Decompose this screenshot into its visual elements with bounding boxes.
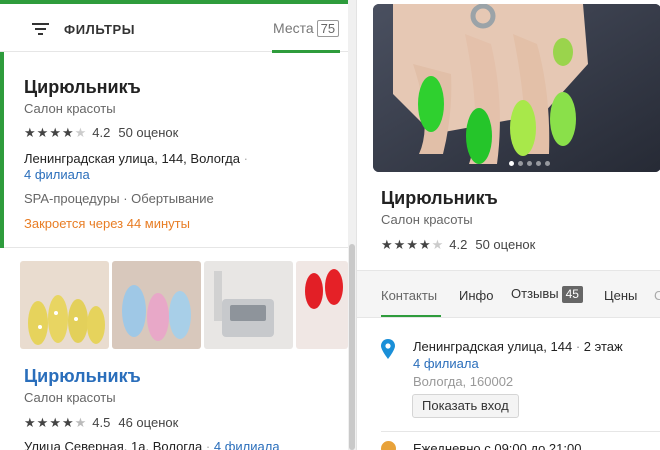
tab-reviews[interactable]: Отзывы 45 — [511, 286, 583, 303]
rating-stars: ★ ★ ★ ★ ★ — [381, 238, 443, 251]
place-floor: 2 этаж — [583, 339, 623, 354]
result-card-2[interactable]: Цирюльникъ Салон красоты ★ ★ ★ ★ ★ 4.5 46 оц… — [0, 250, 348, 450]
result-address-line: Улица Северная, 1а, Вологда · 4 филиала — [24, 439, 280, 450]
star-icon: ★ — [36, 415, 49, 430]
star-icon: ★ — [418, 237, 431, 252]
place-title: Цирюльникъ — [381, 188, 498, 208]
star-icon: ★ — [74, 415, 87, 430]
tab-places-label: Места — [273, 20, 314, 36]
branches-link[interactable]: 4 филиала — [413, 356, 479, 371]
place-rating: ★ ★ ★ ★ ★ 4.2 50 оценок — [381, 237, 535, 252]
tab-contacts-underline — [381, 315, 441, 317]
branches-link[interactable]: 4 филиала — [214, 439, 280, 450]
result-address: Ленинградская улица, 144, Вологда — [24, 151, 240, 166]
tab-reviews-label: Отзывы — [511, 286, 559, 301]
location-pin-icon — [381, 339, 395, 359]
star-icon: ★ — [61, 415, 74, 430]
place-city-zip: Вологда, 160002 — [413, 374, 514, 389]
section-divider — [381, 431, 660, 432]
reviews-count-badge: 45 — [561, 286, 583, 303]
tab-more[interactable]: С — [654, 288, 660, 303]
selected-indicator — [0, 52, 4, 248]
photo-carousel-dots[interactable] — [509, 161, 550, 166]
star-icon: ★ — [381, 237, 393, 252]
result-photo[interactable] — [112, 261, 201, 349]
scrollbar-thumb[interactable] — [349, 244, 355, 450]
tab-prices[interactable]: Цены — [604, 288, 637, 303]
star-icon: ★ — [49, 415, 61, 430]
result-category: Салон красоты — [24, 390, 116, 405]
tab-info[interactable]: Инфо — [459, 288, 493, 303]
reviews-count[interactable]: 46 оценок — [118, 415, 178, 430]
tab-contacts[interactable]: Контакты — [381, 288, 437, 303]
working-hours[interactable]: Ежедневно с 09:00 до 21:00 — [413, 441, 581, 450]
reviews-count[interactable]: 50 оценок — [475, 237, 535, 252]
star-icon: ★ — [393, 237, 406, 252]
show-entrance-button[interactable]: Показать вход — [412, 394, 519, 418]
maps-app: ФИЛЬТРЫ Места 75 Цирюльникъ Салон красоты… — [0, 0, 660, 450]
filter-bar: ФИЛЬТРЫ Места 75 — [0, 4, 348, 53]
address-separator: · — [205, 439, 211, 450]
address-separator: · — [575, 339, 581, 354]
address-separator: · — [243, 151, 248, 166]
clock-icon — [381, 441, 396, 450]
result-rating: ★ ★ ★ ★ ★ 4.5 46 оценок — [24, 415, 178, 430]
place-address: Ленинградская улица, 144 — [413, 339, 573, 354]
result-address-line: Ленинградская улица, 144, Вологда · — [24, 151, 248, 166]
star-icon: ★ — [74, 125, 87, 140]
result-rating: ★ ★ ★ ★ ★ 4.2 50 оценок — [24, 125, 178, 140]
result-title[interactable]: Цирюльникъ — [24, 366, 141, 387]
result-tags: SPA-процедуры · Обертывание — [24, 191, 214, 206]
hero-photo[interactable] — [373, 4, 660, 172]
result-address: Улица Северная, 1а, Вологда — [24, 439, 203, 450]
star-icon: ★ — [49, 125, 61, 140]
reviews-count[interactable]: 50 оценок — [118, 125, 178, 140]
tab-places[interactable]: Места 75 — [273, 20, 340, 37]
status-closing: Закроется через 44 минуты — [24, 216, 190, 231]
tab-places-underline — [272, 50, 340, 53]
star-icon: ★ — [406, 237, 418, 252]
rating-stars: ★ ★ ★ ★ ★ — [24, 416, 86, 429]
star-icon: ★ — [24, 125, 36, 140]
result-title[interactable]: Цирюльникъ — [24, 77, 141, 98]
result-photo[interactable] — [20, 261, 109, 349]
place-detail-panel: Цирюльникъ Салон красоты ★ ★ ★ ★ ★ 4.2 50 оц… — [356, 0, 660, 450]
rating-stars: ★ ★ ★ ★ ★ — [24, 126, 86, 139]
result-card-1[interactable]: Цирюльникъ Салон красоты ★ ★ ★ ★ ★ 4.2 50 оц… — [0, 52, 348, 248]
filters-button[interactable]: ФИЛЬТРЫ — [64, 22, 135, 37]
star-icon: ★ — [61, 125, 74, 140]
result-category: Салон красоты — [24, 101, 116, 116]
result-photo[interactable] — [204, 261, 293, 349]
rating-score: 4.2 — [92, 125, 111, 140]
place-address-line: Ленинградская улица, 144 · 2 этаж — [413, 339, 623, 354]
filter-icon[interactable] — [32, 23, 49, 35]
places-count-badge: 75 — [316, 20, 340, 37]
branches-link[interactable]: 4 филиала — [24, 167, 90, 182]
rating-score: 4.5 — [92, 415, 111, 430]
result-photo[interactable] — [296, 261, 348, 349]
star-icon: ★ — [36, 125, 49, 140]
rating-score: 4.2 — [449, 237, 468, 252]
star-icon: ★ — [24, 415, 36, 430]
star-icon: ★ — [431, 237, 444, 252]
place-category: Салон красоты — [381, 212, 473, 227]
results-list-panel: ФИЛЬТРЫ Места 75 Цирюльникъ Салон красоты… — [0, 0, 356, 450]
detail-tabs: Контакты Инфо Отзывы45 Цены С — [357, 270, 660, 318]
